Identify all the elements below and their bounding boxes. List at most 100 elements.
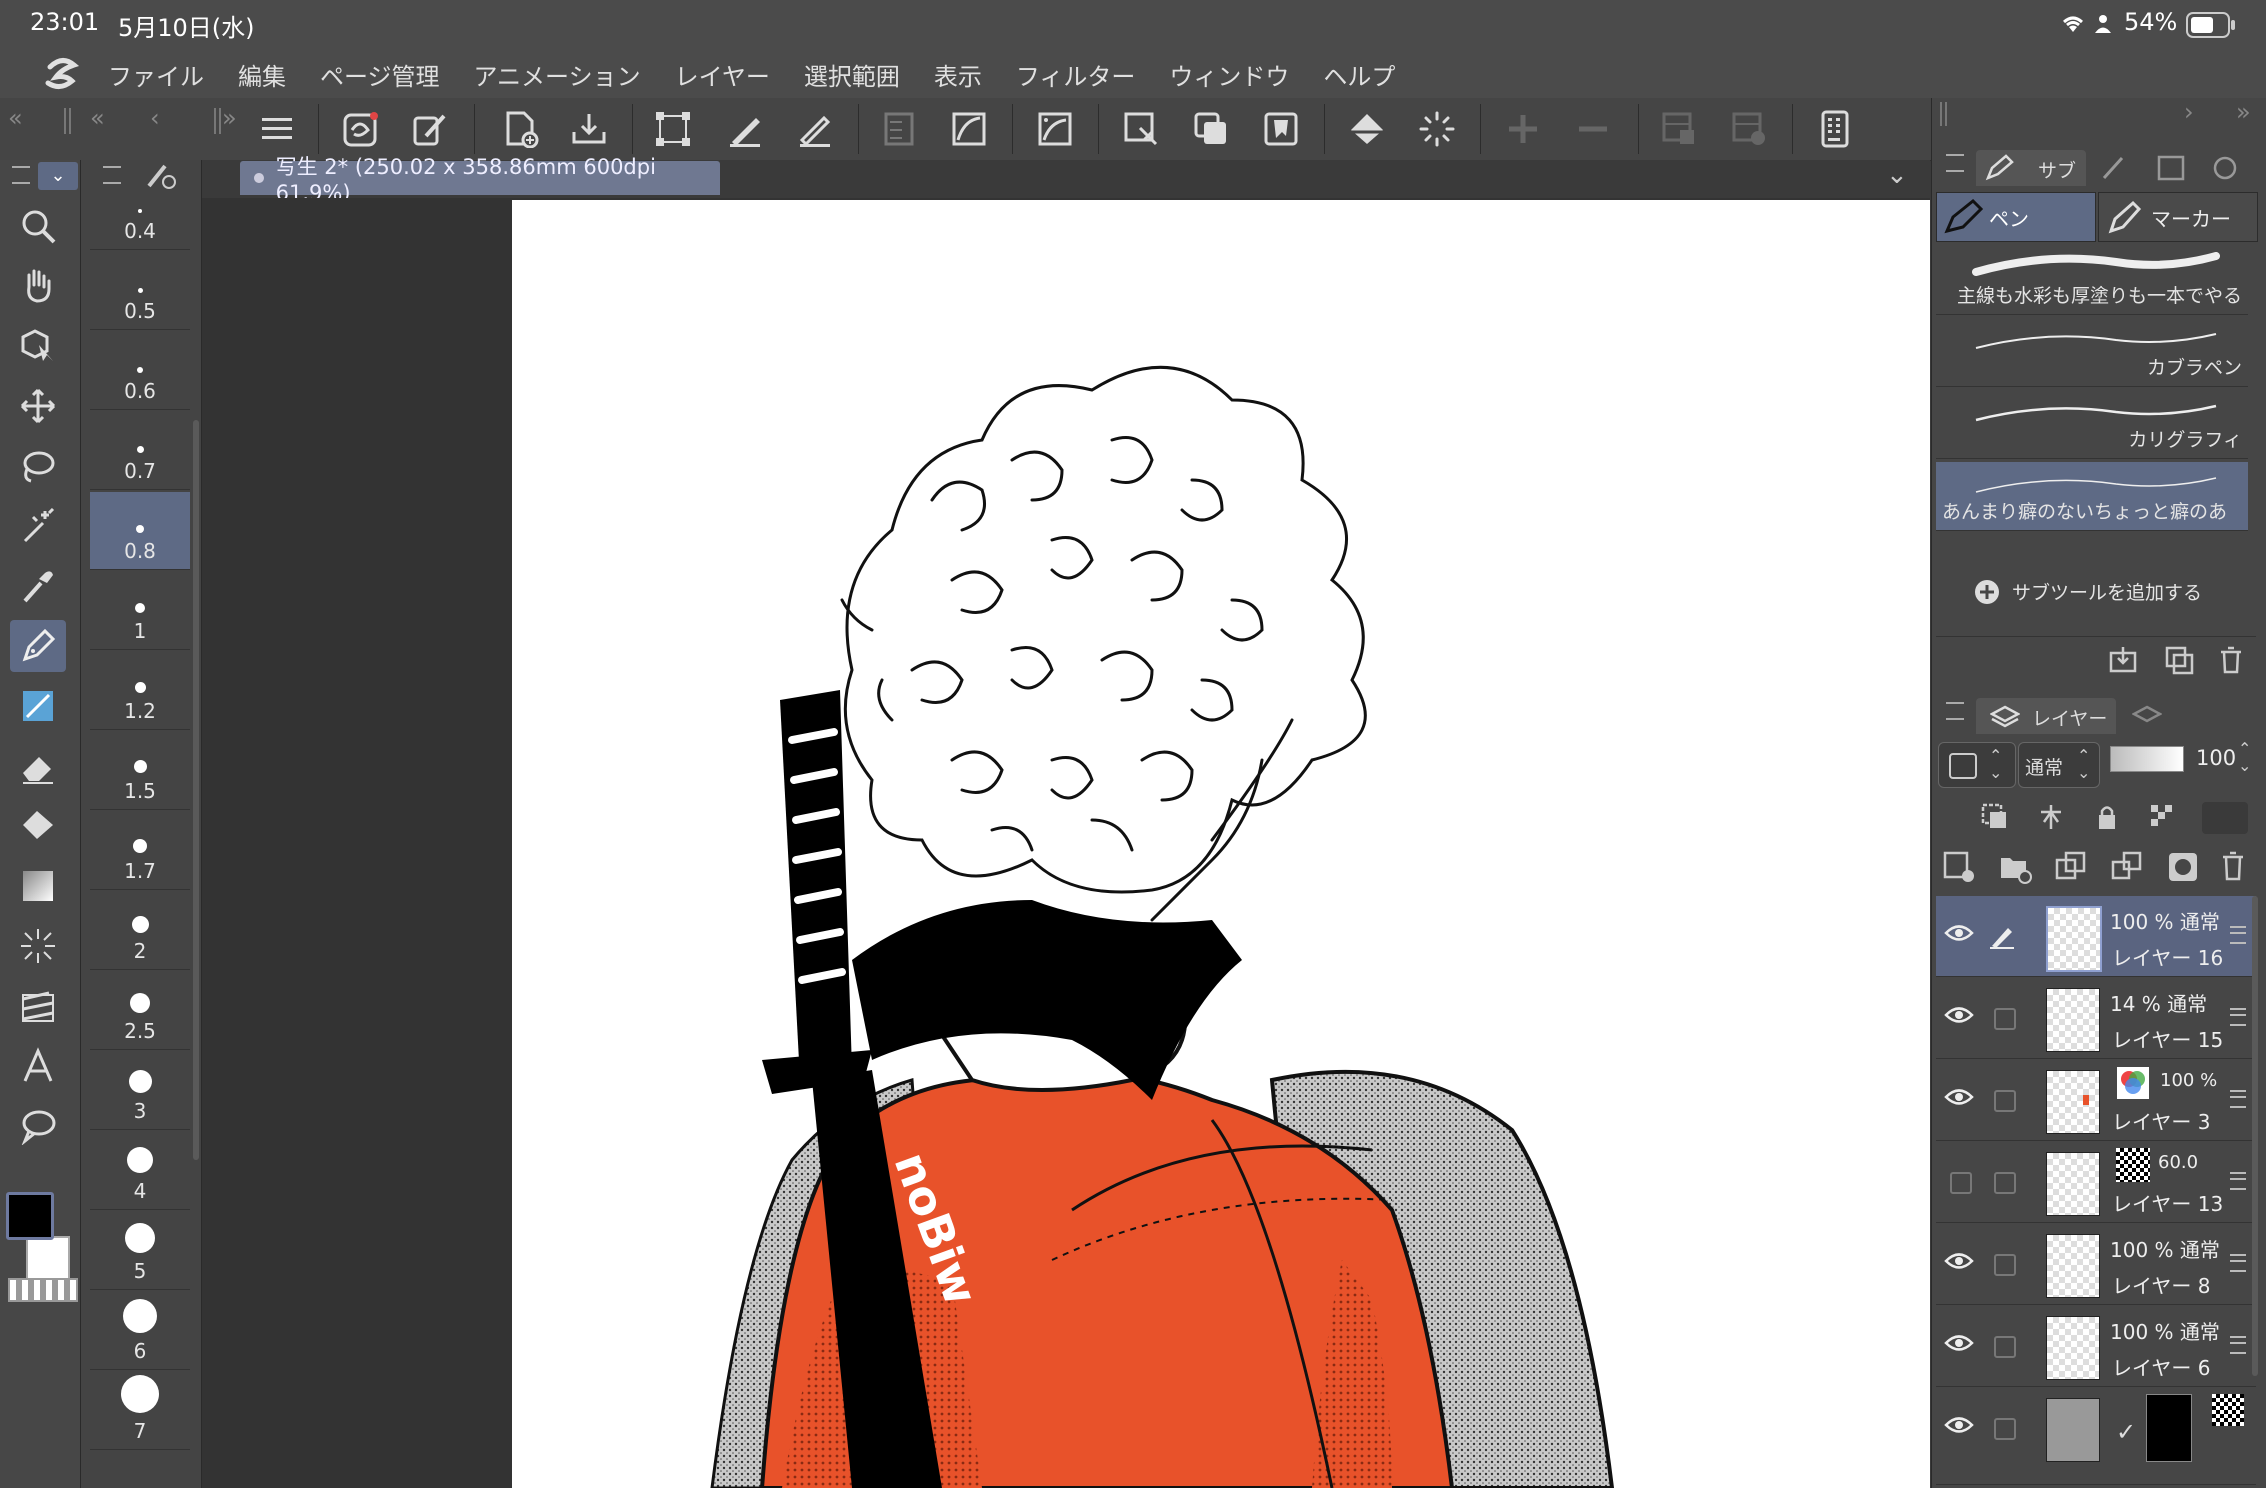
- magic-wand-icon[interactable]: [10, 500, 66, 552]
- eye-icon[interactable]: [1944, 922, 1974, 948]
- sub-color-swatch[interactable]: [26, 1236, 70, 1280]
- brush-size-item[interactable]: 1.7: [90, 812, 190, 890]
- next-icon[interactable]: ›: [2184, 98, 2194, 126]
- menu-selection[interactable]: 選択範囲: [804, 57, 900, 92]
- edge-keyboard-icon[interactable]: [1812, 106, 1858, 152]
- edit-checkbox[interactable]: [1994, 1418, 2016, 1440]
- blend-mode-select[interactable]: 通常 ⌃ ⌄: [2018, 742, 2100, 788]
- new-folder-icon[interactable]: [1998, 850, 2032, 884]
- operation-tool-icon[interactable]: [10, 320, 66, 372]
- collapse-left-icon[interactable]: «: [8, 104, 23, 132]
- menu-animation[interactable]: アニメーション: [474, 57, 641, 92]
- layer-drag-icon[interactable]: [2230, 926, 2246, 944]
- subtool-group-pen[interactable]: ペン: [1936, 192, 2096, 242]
- layer-property2-icon[interactable]: [1726, 106, 1772, 152]
- opacity-slider[interactable]: [2110, 746, 2184, 772]
- edit-checkbox[interactable]: [1994, 1172, 2016, 1194]
- layer-row[interactable]: 100 % 通常 レイヤー 16: [1936, 896, 2256, 977]
- menu-window[interactable]: ウィンドウ: [1169, 57, 1289, 92]
- visibility-checkbox[interactable]: [1950, 1172, 1972, 1194]
- brush-size-item[interactable]: 0.4: [90, 172, 190, 250]
- brush-size-item[interactable]: 0.8: [90, 492, 190, 570]
- layer-drag-icon[interactable]: [2230, 1090, 2246, 1108]
- brush-item[interactable]: 主線も水彩も厚塗りも一本でやる: [1936, 246, 2248, 315]
- brush-item[interactable]: カリグラフィ: [1936, 390, 2248, 459]
- drag-handle-icon[interactable]: [214, 108, 221, 134]
- layer-row[interactable]: 100 % レイヤー 3: [1936, 1060, 2256, 1141]
- text-tool-icon[interactable]: [10, 1040, 66, 1092]
- brush-size-item[interactable]: 5: [90, 1212, 190, 1290]
- trash-icon[interactable]: [2216, 645, 2246, 675]
- clip-layer-icon[interactable]: [1980, 802, 2010, 832]
- drawing-canvas[interactable]: noBiw: [512, 200, 1930, 1488]
- transparent-color-swatch[interactable]: [8, 1278, 78, 1302]
- layer-row[interactable]: 100 % 通常 レイヤー 8: [1936, 1224, 2256, 1305]
- edit-checkbox[interactable]: [1994, 1254, 2016, 1276]
- brush-size-item[interactable]: 0.6: [90, 332, 190, 410]
- menu-help[interactable]: ヘルプ: [1323, 57, 1395, 92]
- import-icon[interactable]: [2108, 645, 2138, 675]
- lock-transparent-icon[interactable]: [2148, 802, 2178, 832]
- collapse-icon[interactable]: «: [90, 104, 105, 132]
- layer-property-icon[interactable]: [1656, 106, 1702, 152]
- move-tool-icon[interactable]: [10, 380, 66, 432]
- brush-size-item[interactable]: 2: [90, 892, 190, 970]
- brush-size-item[interactable]: 7: [90, 1372, 190, 1450]
- hand-tool-icon[interactable]: [10, 260, 66, 312]
- loading-spinner-icon[interactable]: [1414, 106, 1460, 152]
- layer-list-scrollbar[interactable]: [2252, 896, 2258, 1376]
- brush-item-selected[interactable]: あんまり癖のないちょっと癖のあ: [1936, 462, 2248, 531]
- mask-toggle-icon[interactable]: [2202, 802, 2248, 834]
- drag-handle-icon[interactable]: [1940, 102, 1947, 126]
- figure-tool-icon[interactable]: [10, 920, 66, 972]
- menu-layer[interactable]: レイヤー: [675, 57, 770, 92]
- layer-row[interactable]: 14 % 通常 レイヤー 15: [1936, 978, 2256, 1059]
- new-raster-layer-icon[interactable]: [1942, 850, 1976, 884]
- eye-icon[interactable]: [1944, 1332, 1974, 1358]
- eye-icon[interactable]: [1944, 1250, 1974, 1276]
- cloud-sync-icon[interactable]: [338, 106, 384, 152]
- gradient-tool-icon[interactable]: [10, 860, 66, 912]
- zoom-out-icon[interactable]: [1570, 106, 1616, 152]
- reference-layer-icon[interactable]: [2036, 802, 2066, 832]
- subtool-group-marker[interactable]: マーカー: [2098, 192, 2258, 242]
- selection-edit-icon[interactable]: [1118, 106, 1164, 152]
- brush-size-item[interactable]: 1.2: [90, 652, 190, 730]
- expand-icon[interactable]: »: [222, 104, 237, 132]
- edit-checkbox[interactable]: [1994, 1090, 2016, 1112]
- chevron-down-icon[interactable]: ⌄: [1886, 160, 1908, 190]
- panel-menu-icon[interactable]: [1946, 702, 1964, 720]
- pen-tool-icon[interactable]: [10, 620, 66, 672]
- zoom-in-icon[interactable]: [1500, 106, 1546, 152]
- zoom-tool-icon[interactable]: [10, 200, 66, 252]
- app-logo-icon[interactable]: [30, 50, 94, 98]
- lasso-tool-icon[interactable]: [10, 440, 66, 492]
- drag-handle-icon[interactable]: [64, 108, 71, 134]
- collapse-right-icon[interactable]: »: [2236, 98, 2251, 126]
- add-subtool-button[interactable]: サブツールを追加する: [1974, 578, 2202, 605]
- reference-icon[interactable]: [1258, 106, 1304, 152]
- layer-drag-icon[interactable]: [2230, 1172, 2246, 1190]
- duplicate-icon[interactable]: [2164, 645, 2194, 675]
- transfer-layer-icon[interactable]: [2110, 850, 2144, 884]
- brush-size-item[interactable]: 4: [90, 1132, 190, 1210]
- merge-down-icon[interactable]: [2054, 850, 2088, 884]
- ruler-icon[interactable]: [876, 106, 922, 152]
- fill-tool-icon[interactable]: [10, 800, 66, 852]
- tab-layer-property-icon[interactable]: [2132, 704, 2162, 730]
- companion-icon[interactable]: [408, 106, 454, 152]
- brush-size-item[interactable]: 3: [90, 1052, 190, 1130]
- crop-frame-icon[interactable]: [1032, 106, 1078, 152]
- brush-size-item[interactable]: 0.5: [90, 252, 190, 330]
- brush-size-item[interactable]: 1: [90, 572, 190, 650]
- eye-icon[interactable]: [1944, 1086, 1974, 1112]
- palette-menu-icon[interactable]: [12, 166, 30, 184]
- brush-size-scrollbar[interactable]: [193, 420, 199, 1160]
- eye-icon[interactable]: [1944, 1004, 1974, 1030]
- eraser-tool-icon[interactable]: [10, 740, 66, 792]
- frame-border-icon[interactable]: [10, 980, 66, 1032]
- transform-icon[interactable]: [650, 106, 696, 152]
- edit-checkbox[interactable]: [1994, 1008, 2016, 1030]
- stepper-icon[interactable]: ⌃ ⌄: [2238, 740, 2251, 774]
- save-icon[interactable]: [566, 106, 612, 152]
